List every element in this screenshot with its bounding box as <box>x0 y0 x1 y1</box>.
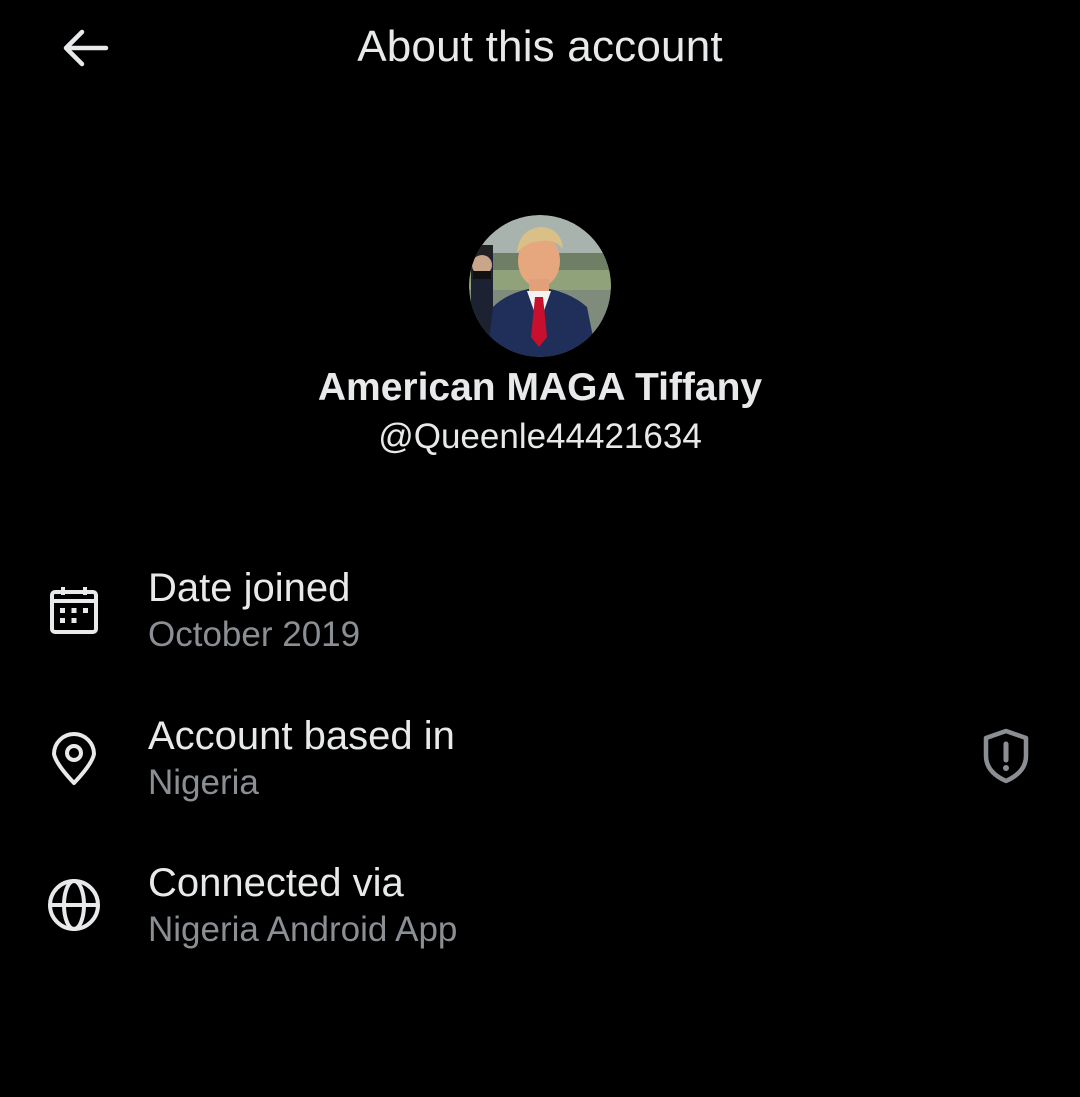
date-joined-row: Date joined October 2019 <box>0 562 1080 662</box>
location-pin-icon <box>44 728 104 788</box>
avatar[interactable] <box>469 215 611 357</box>
account-based-in-label: Account based in <box>148 714 455 758</box>
top-bar: About this account <box>0 0 1080 100</box>
globe-icon <box>44 875 104 935</box>
connected-via-label: Connected via <box>148 861 404 905</box>
page-title: About this account <box>357 22 723 71</box>
connected-via-row: Connected via Nigeria Android App <box>0 857 1080 957</box>
connected-via-text: Connected via Nigeria Android App <box>148 859 457 953</box>
user-handle: @Queenle44421634 <box>378 417 702 456</box>
date-joined-text: Date joined October 2019 <box>148 564 360 658</box>
shield-alert-icon[interactable] <box>976 726 1036 786</box>
connected-via-value: Nigeria Android App <box>148 910 458 949</box>
account-based-in-text: Account based in Nigeria <box>148 712 455 806</box>
calendar-icon <box>44 580 104 640</box>
date-joined-value: October 2019 <box>148 615 361 654</box>
display-name: American MAGA Tiffany <box>317 366 763 409</box>
account-based-in-value: Nigeria <box>148 763 259 802</box>
profile-summary: American MAGA Tiffany @Queenle44421634 <box>0 215 1080 459</box>
date-joined-label: Date joined <box>148 566 351 610</box>
account-based-in-row: Account based in Nigeria <box>0 710 1080 810</box>
